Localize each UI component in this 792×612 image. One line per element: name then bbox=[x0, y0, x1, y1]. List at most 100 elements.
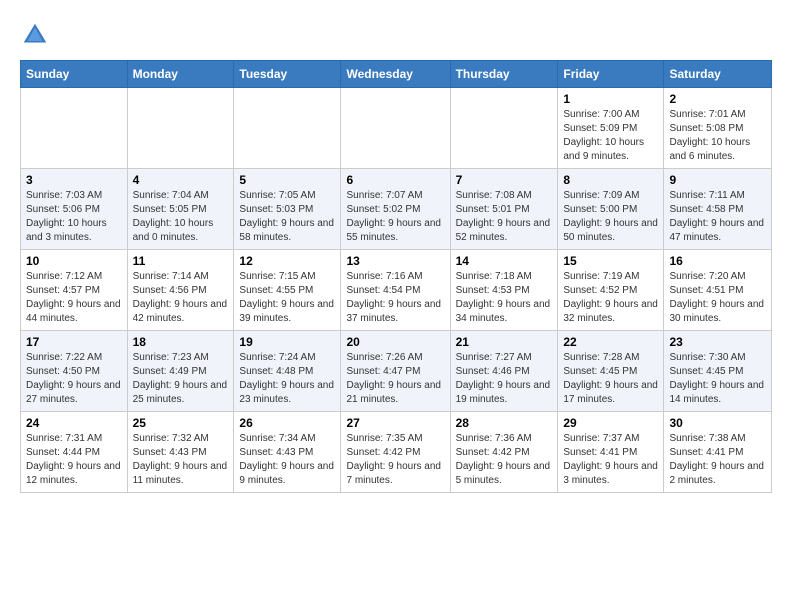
logo-icon bbox=[20, 20, 50, 50]
day-info: Sunrise: 7:05 AM Sunset: 5:03 PM Dayligh… bbox=[239, 189, 335, 245]
day-info: Sunrise: 7:01 AM Sunset: 5:08 PM Dayligh… bbox=[669, 108, 766, 164]
weekday-header-wednesday: Wednesday bbox=[341, 61, 450, 88]
day-number: 15 bbox=[563, 254, 658, 268]
day-info: Sunrise: 7:07 AM Sunset: 5:02 PM Dayligh… bbox=[346, 189, 444, 245]
calendar-cell: 17 Sunrise: 7:22 AM Sunset: 4:50 PM Dayli… bbox=[21, 331, 128, 412]
day-info: Sunrise: 7:36 AM Sunset: 4:42 PM Dayligh… bbox=[456, 432, 553, 488]
day-number: 6 bbox=[346, 173, 444, 187]
weekday-header-saturday: Saturday bbox=[664, 61, 772, 88]
day-info: Sunrise: 7:32 AM Sunset: 4:43 PM Dayligh… bbox=[133, 432, 229, 488]
day-number: 19 bbox=[239, 335, 335, 349]
calendar-week-row: 17 Sunrise: 7:22 AM Sunset: 4:50 PM Dayli… bbox=[21, 331, 772, 412]
day-number: 18 bbox=[133, 335, 229, 349]
weekday-header-monday: Monday bbox=[127, 61, 234, 88]
day-number: 2 bbox=[669, 92, 766, 106]
day-info: Sunrise: 7:28 AM Sunset: 4:45 PM Dayligh… bbox=[563, 351, 658, 407]
day-number: 21 bbox=[456, 335, 553, 349]
calendar-header-row: SundayMondayTuesdayWednesdayThursdayFrid… bbox=[21, 61, 772, 88]
day-number: 27 bbox=[346, 416, 444, 430]
day-number: 12 bbox=[239, 254, 335, 268]
calendar-cell: 19 Sunrise: 7:24 AM Sunset: 4:48 PM Dayli… bbox=[234, 331, 341, 412]
day-number: 24 bbox=[26, 416, 122, 430]
calendar-cell: 30 Sunrise: 7:38 AM Sunset: 4:41 PM Dayli… bbox=[664, 412, 772, 493]
calendar-cell: 25 Sunrise: 7:32 AM Sunset: 4:43 PM Dayli… bbox=[127, 412, 234, 493]
day-number: 20 bbox=[346, 335, 444, 349]
day-number: 1 bbox=[563, 92, 658, 106]
day-info: Sunrise: 7:15 AM Sunset: 4:55 PM Dayligh… bbox=[239, 270, 335, 326]
day-info: Sunrise: 7:09 AM Sunset: 5:00 PM Dayligh… bbox=[563, 189, 658, 245]
day-number: 10 bbox=[26, 254, 122, 268]
day-number: 8 bbox=[563, 173, 658, 187]
calendar-cell: 24 Sunrise: 7:31 AM Sunset: 4:44 PM Dayli… bbox=[21, 412, 128, 493]
day-info: Sunrise: 7:37 AM Sunset: 4:41 PM Dayligh… bbox=[563, 432, 658, 488]
calendar-cell: 5 Sunrise: 7:05 AM Sunset: 5:03 PM Daylig… bbox=[234, 169, 341, 250]
calendar-cell: 11 Sunrise: 7:14 AM Sunset: 4:56 PM Dayli… bbox=[127, 250, 234, 331]
day-info: Sunrise: 7:27 AM Sunset: 4:46 PM Dayligh… bbox=[456, 351, 553, 407]
day-number: 30 bbox=[669, 416, 766, 430]
calendar-cell: 22 Sunrise: 7:28 AM Sunset: 4:45 PM Dayli… bbox=[558, 331, 664, 412]
calendar-cell bbox=[234, 88, 341, 169]
calendar-cell: 28 Sunrise: 7:36 AM Sunset: 4:42 PM Dayli… bbox=[450, 412, 558, 493]
calendar-cell bbox=[450, 88, 558, 169]
calendar-cell bbox=[127, 88, 234, 169]
day-number: 16 bbox=[669, 254, 766, 268]
day-info: Sunrise: 7:26 AM Sunset: 4:47 PM Dayligh… bbox=[346, 351, 444, 407]
day-info: Sunrise: 7:18 AM Sunset: 4:53 PM Dayligh… bbox=[456, 270, 553, 326]
day-info: Sunrise: 7:03 AM Sunset: 5:06 PM Dayligh… bbox=[26, 189, 122, 245]
day-info: Sunrise: 7:22 AM Sunset: 4:50 PM Dayligh… bbox=[26, 351, 122, 407]
day-info: Sunrise: 7:23 AM Sunset: 4:49 PM Dayligh… bbox=[133, 351, 229, 407]
day-number: 25 bbox=[133, 416, 229, 430]
calendar-cell: 16 Sunrise: 7:20 AM Sunset: 4:51 PM Dayli… bbox=[664, 250, 772, 331]
calendar-cell: 14 Sunrise: 7:18 AM Sunset: 4:53 PM Dayli… bbox=[450, 250, 558, 331]
weekday-header-friday: Friday bbox=[558, 61, 664, 88]
day-number: 5 bbox=[239, 173, 335, 187]
day-number: 9 bbox=[669, 173, 766, 187]
calendar-cell: 8 Sunrise: 7:09 AM Sunset: 5:00 PM Daylig… bbox=[558, 169, 664, 250]
page-header bbox=[20, 20, 772, 50]
day-info: Sunrise: 7:08 AM Sunset: 5:01 PM Dayligh… bbox=[456, 189, 553, 245]
day-number: 29 bbox=[563, 416, 658, 430]
day-number: 14 bbox=[456, 254, 553, 268]
day-info: Sunrise: 7:19 AM Sunset: 4:52 PM Dayligh… bbox=[563, 270, 658, 326]
day-info: Sunrise: 7:38 AM Sunset: 4:41 PM Dayligh… bbox=[669, 432, 766, 488]
calendar-cell: 10 Sunrise: 7:12 AM Sunset: 4:57 PM Dayli… bbox=[21, 250, 128, 331]
weekday-header-sunday: Sunday bbox=[21, 61, 128, 88]
calendar-week-row: 1 Sunrise: 7:00 AM Sunset: 5:09 PM Daylig… bbox=[21, 88, 772, 169]
day-info: Sunrise: 7:16 AM Sunset: 4:54 PM Dayligh… bbox=[346, 270, 444, 326]
calendar-cell: 12 Sunrise: 7:15 AM Sunset: 4:55 PM Dayli… bbox=[234, 250, 341, 331]
calendar-cell: 20 Sunrise: 7:26 AM Sunset: 4:47 PM Dayli… bbox=[341, 331, 450, 412]
day-number: 11 bbox=[133, 254, 229, 268]
day-info: Sunrise: 7:31 AM Sunset: 4:44 PM Dayligh… bbox=[26, 432, 122, 488]
weekday-header-thursday: Thursday bbox=[450, 61, 558, 88]
weekday-header-tuesday: Tuesday bbox=[234, 61, 341, 88]
day-number: 28 bbox=[456, 416, 553, 430]
day-info: Sunrise: 7:20 AM Sunset: 4:51 PM Dayligh… bbox=[669, 270, 766, 326]
calendar-cell: 13 Sunrise: 7:16 AM Sunset: 4:54 PM Dayli… bbox=[341, 250, 450, 331]
day-info: Sunrise: 7:24 AM Sunset: 4:48 PM Dayligh… bbox=[239, 351, 335, 407]
calendar-cell: 18 Sunrise: 7:23 AM Sunset: 4:49 PM Dayli… bbox=[127, 331, 234, 412]
calendar-table: SundayMondayTuesdayWednesdayThursdayFrid… bbox=[20, 60, 772, 493]
day-number: 26 bbox=[239, 416, 335, 430]
calendar-cell: 29 Sunrise: 7:37 AM Sunset: 4:41 PM Dayli… bbox=[558, 412, 664, 493]
calendar-cell: 2 Sunrise: 7:01 AM Sunset: 5:08 PM Daylig… bbox=[664, 88, 772, 169]
day-info: Sunrise: 7:30 AM Sunset: 4:45 PM Dayligh… bbox=[669, 351, 766, 407]
calendar-cell: 1 Sunrise: 7:00 AM Sunset: 5:09 PM Daylig… bbox=[558, 88, 664, 169]
logo bbox=[20, 20, 54, 50]
day-info: Sunrise: 7:12 AM Sunset: 4:57 PM Dayligh… bbox=[26, 270, 122, 326]
calendar-cell bbox=[341, 88, 450, 169]
day-info: Sunrise: 7:14 AM Sunset: 4:56 PM Dayligh… bbox=[133, 270, 229, 326]
day-number: 4 bbox=[133, 173, 229, 187]
day-number: 13 bbox=[346, 254, 444, 268]
day-number: 7 bbox=[456, 173, 553, 187]
calendar-cell: 27 Sunrise: 7:35 AM Sunset: 4:42 PM Dayli… bbox=[341, 412, 450, 493]
calendar-cell: 4Sunrise: 7:04 AM Sunset: 5:05 PM Daylig… bbox=[127, 169, 234, 250]
day-info: Sunrise: 7:34 AM Sunset: 4:43 PM Dayligh… bbox=[239, 432, 335, 488]
day-number: 22 bbox=[563, 335, 658, 349]
calendar-cell: 21 Sunrise: 7:27 AM Sunset: 4:46 PM Dayli… bbox=[450, 331, 558, 412]
day-info: Sunrise: 7:00 AM Sunset: 5:09 PM Dayligh… bbox=[563, 108, 658, 164]
calendar-cell bbox=[21, 88, 128, 169]
day-info: Sunrise: 7:35 AM Sunset: 4:42 PM Dayligh… bbox=[346, 432, 444, 488]
calendar-cell: 26 Sunrise: 7:34 AM Sunset: 4:43 PM Dayli… bbox=[234, 412, 341, 493]
calendar-cell: 6 Sunrise: 7:07 AM Sunset: 5:02 PM Daylig… bbox=[341, 169, 450, 250]
day-number: 17 bbox=[26, 335, 122, 349]
